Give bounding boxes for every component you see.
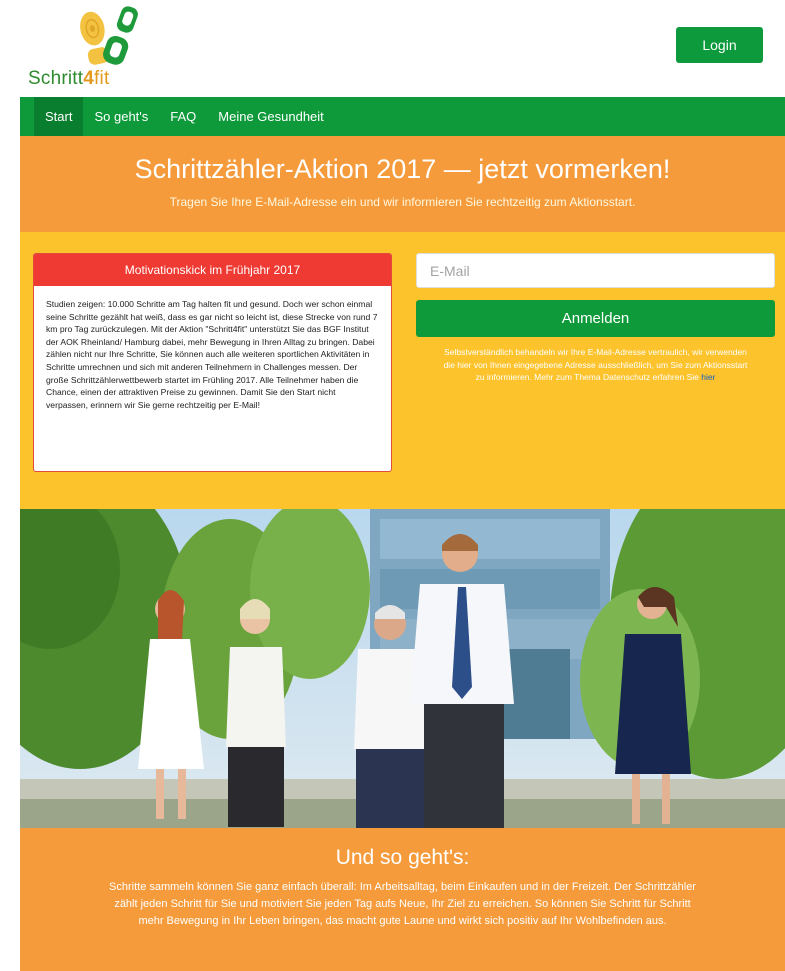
nav-item-faq[interactable]: FAQ <box>159 97 207 136</box>
nav-item-meine-gesundheit[interactable]: Meine Gesundheit <box>207 97 335 136</box>
logo-wordmark: Schritt4fit <box>28 68 110 89</box>
how-it-works-section: Und so geht's: Schritte sammeln können S… <box>20 828 785 971</box>
anmelden-button[interactable]: Anmelden <box>416 300 775 337</box>
how-title: Und so geht's: <box>335 846 470 869</box>
schritt4fit-logo[interactable]: Schritt4fit <box>28 6 138 90</box>
hero-title: Schrittzähler-Aktion 2017 — jetzt vormer… <box>134 154 671 184</box>
motivation-panel: Motivationskick im Frühjahr 2017 Studien… <box>33 253 392 472</box>
nav-item-so-gehts[interactable]: So geht's <box>83 97 159 136</box>
how-text: Schritte sammeln können Sie ganz einfach… <box>109 881 696 927</box>
site-header: Schritt4fit Login <box>0 0 785 97</box>
privacy-notice: Selbstverständlich behandeln wir Ihre E-… <box>440 346 751 384</box>
email-input[interactable] <box>416 253 775 288</box>
hero-banner: Schrittzähler-Aktion 2017 — jetzt vormer… <box>20 136 785 232</box>
privacy-link[interactable]: hier <box>701 372 715 382</box>
people-walking-image <box>20 509 785 828</box>
shoe-prints-icon <box>80 6 138 65</box>
panel-body-text: Studien zeigen: 10.000 Schritte am Tag h… <box>46 299 378 410</box>
hero-subtitle: Tragen Sie Ihre E-Mail-Adresse ein und w… <box>169 195 636 209</box>
panel-title: Motivationskick im Frühjahr 2017 <box>34 254 391 286</box>
nav-item-start[interactable]: Start <box>34 97 84 136</box>
hero-photo-people-walking <box>20 509 785 828</box>
login-button[interactable]: Login <box>676 27 763 63</box>
signup-section: Motivationskick im Frühjahr 2017 Studien… <box>20 232 785 509</box>
main-navigation: Start So geht's FAQ Meine Gesundheit <box>20 97 785 136</box>
